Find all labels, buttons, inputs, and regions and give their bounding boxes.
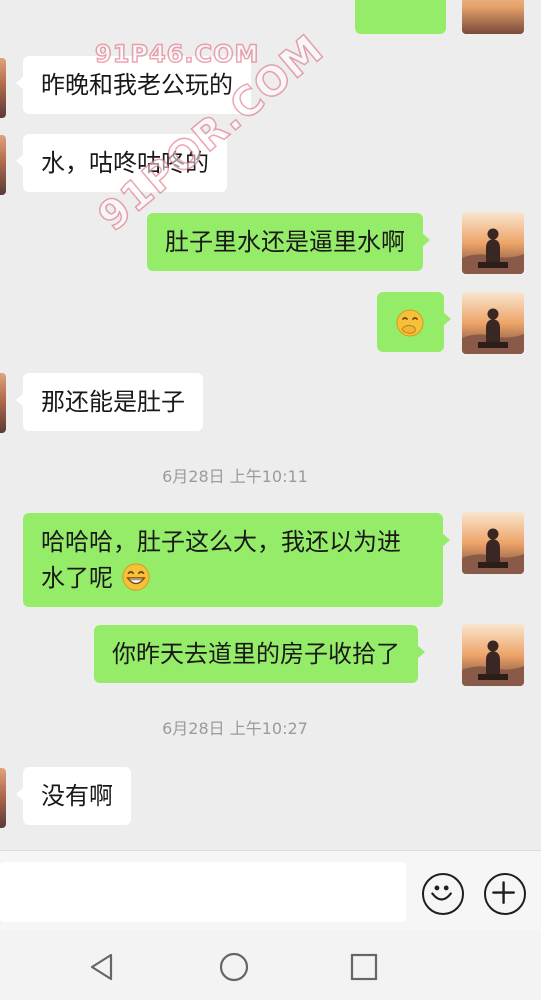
self-avatar-image <box>462 624 524 686</box>
smiley-icon <box>431 885 452 901</box>
message-line: 哈哈哈，肚子这么大，我还以为进 <box>41 528 401 556</box>
message-input-bar <box>0 850 541 930</box>
incoming-message-bubble[interactable]: 那还能是肚子 <box>16 373 203 431</box>
grinning-emoji-icon <box>122 563 150 591</box>
hand-over-mouth-emoji-icon <box>396 309 424 337</box>
partial-outgoing-bubble[interactable] <box>355 0 446 34</box>
message-timestamp: 6月28日 上午10:11 <box>162 467 308 486</box>
self-avatar[interactable] <box>462 292 524 354</box>
home-circle-icon[interactable] <box>218 951 250 983</box>
recents-square-icon[interactable] <box>349 952 379 982</box>
outgoing-message-bubble[interactable]: 你昨天去道里的房子收拾了 <box>94 625 425 683</box>
incoming-message-bubble[interactable]: 没有啊 <box>16 767 131 825</box>
outgoing-message-bubble[interactable]: 肚子里水还是逼里水啊 <box>147 213 430 271</box>
self-avatar-image <box>462 292 524 354</box>
incoming-message-bubble[interactable]: 水，咕咚咕咚的 <box>16 134 227 192</box>
contact-avatar[interactable] <box>0 58 6 118</box>
emoji-button[interactable] <box>422 873 464 915</box>
back-triangle-icon[interactable] <box>87 952 117 982</box>
self-avatar[interactable] <box>462 212 524 274</box>
message-input-field[interactable] <box>0 862 406 922</box>
system-navigation-bar <box>0 930 541 1000</box>
chat-area[interactable]: 昨晚和我老公玩的 水，咕咚咕咚的 肚子里水还是逼里水啊 那还能是肚子 6月28日… <box>0 0 541 850</box>
contact-avatar[interactable] <box>0 373 6 433</box>
outgoing-message-bubble[interactable]: 哈哈哈，肚子这么大，我还以为进 水了呢 <box>23 513 450 607</box>
outgoing-emoji-bubble[interactable] <box>377 292 451 352</box>
message-timestamp: 6月28日 上午10:27 <box>162 719 308 738</box>
contact-avatar[interactable] <box>0 768 6 828</box>
self-avatar-image <box>462 212 524 274</box>
message-line: 水了呢 <box>41 564 113 592</box>
contact-avatar[interactable] <box>0 135 6 195</box>
plus-button[interactable] <box>484 873 526 915</box>
self-avatar-image <box>462 512 524 574</box>
self-avatar[interactable] <box>462 512 524 574</box>
plus-icon <box>492 881 515 904</box>
incoming-message-bubble[interactable]: 昨晚和我老公玩的 <box>16 56 251 114</box>
self-avatar[interactable] <box>462 0 524 34</box>
self-avatar[interactable] <box>462 624 524 686</box>
self-avatar-image <box>462 0 524 34</box>
